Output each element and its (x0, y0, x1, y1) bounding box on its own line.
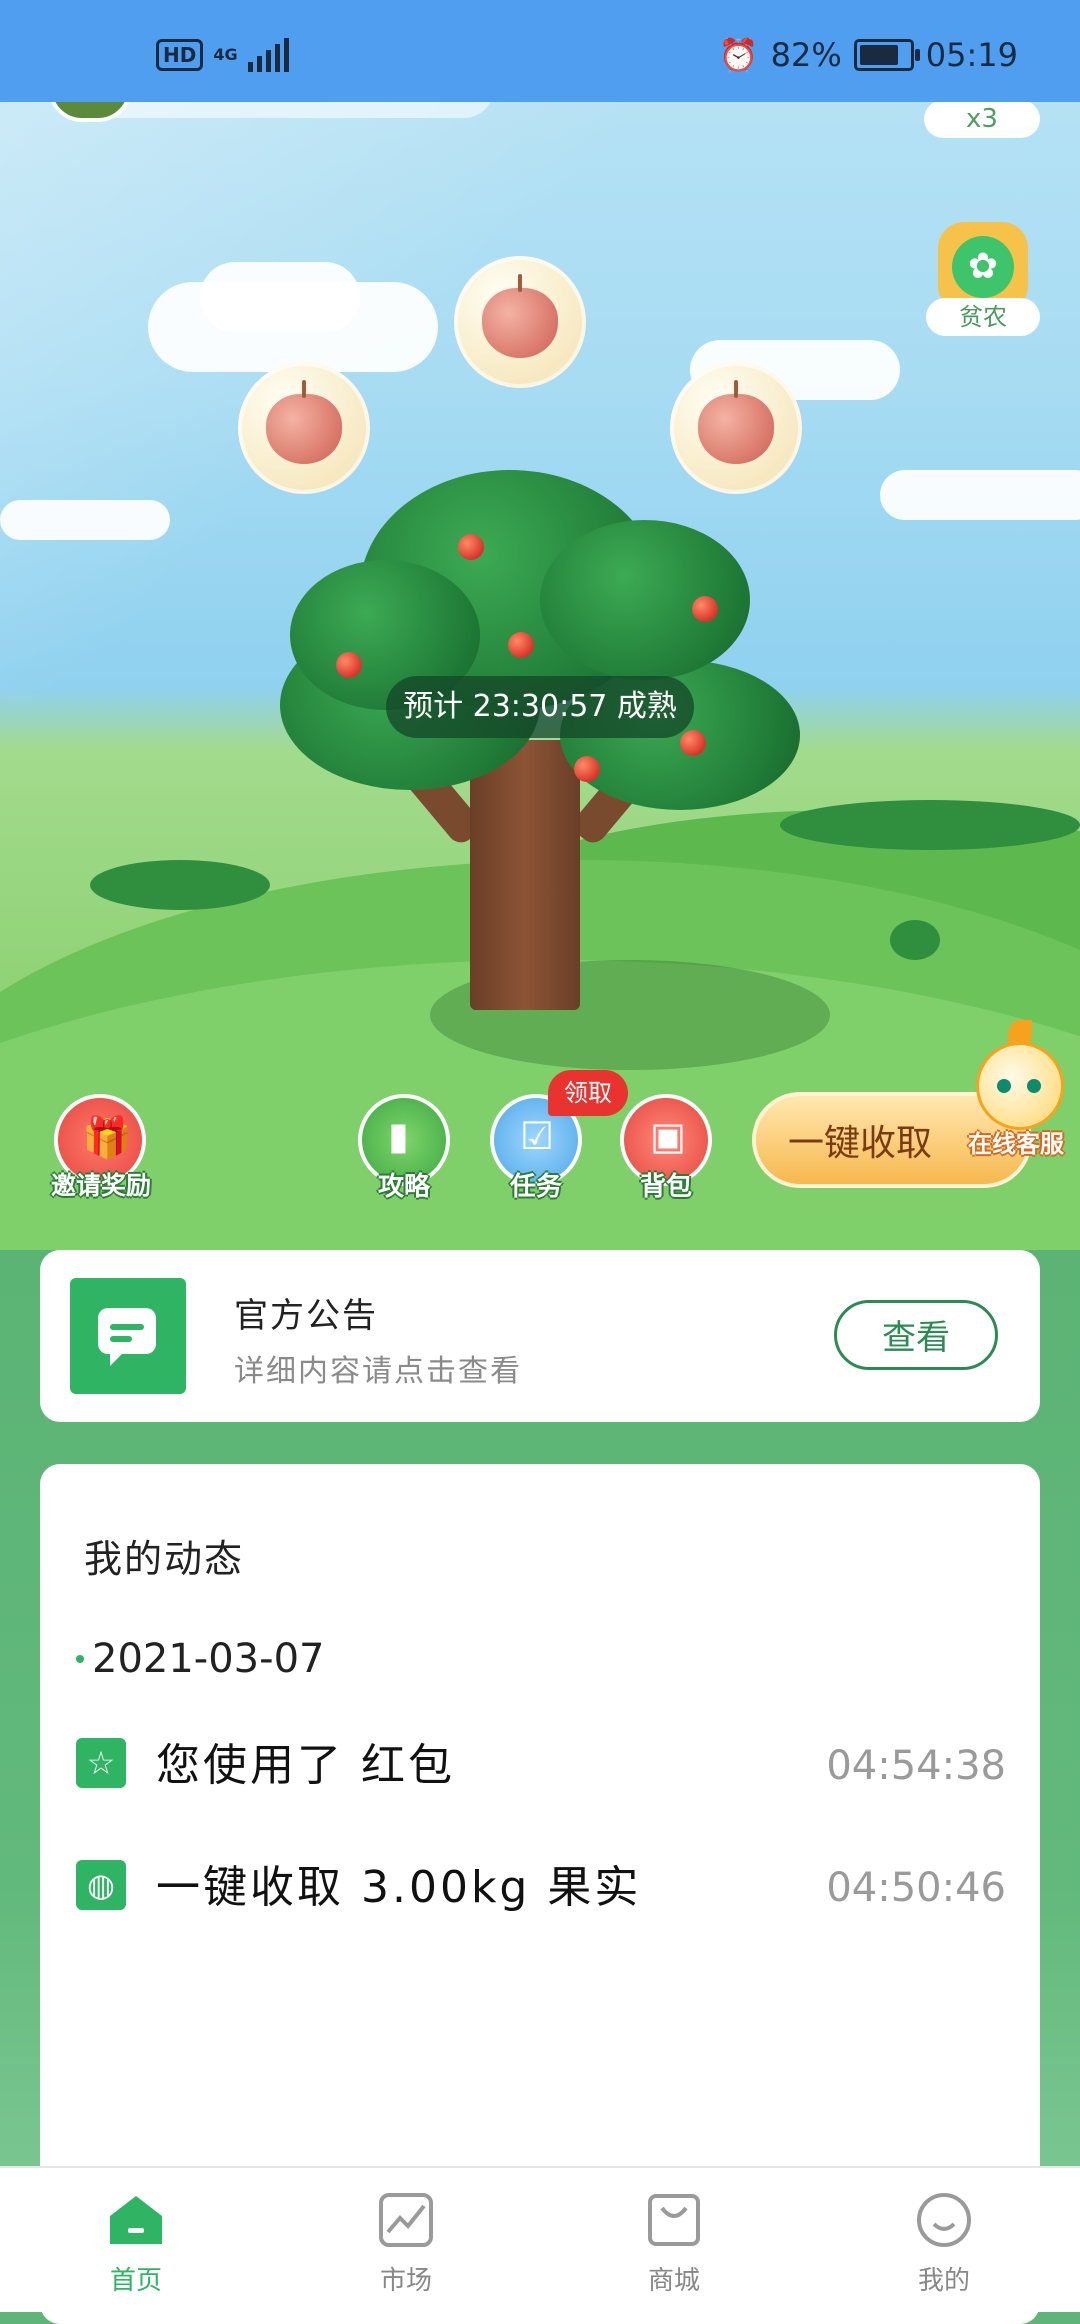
speech-bubble (98, 1308, 156, 1366)
apple-icon: ◍ (76, 1860, 126, 1910)
alarm-icon: ⏰ (718, 36, 759, 74)
clock: 05:19 (925, 36, 1018, 74)
cloud (200, 262, 360, 332)
view-notice-button[interactable]: 查看 (834, 1300, 998, 1370)
tab-home-label: 首页 (109, 2266, 162, 2296)
fruit-bubble[interactable] (238, 362, 370, 494)
apple-icon (482, 274, 558, 358)
network-type: 4G (213, 45, 238, 64)
activity-log-item: ☆ 您使用了 红包 04:54:38 (76, 1734, 1006, 1798)
fruit-bubble[interactable] (670, 362, 802, 494)
fruit (574, 756, 600, 782)
gift-icon: 🎁 (82, 1115, 132, 1161)
activity-log-item: ◍ 一键收取 3.00kg 果实 04:50:46 (76, 1856, 1006, 1920)
hd-indicator: HD (156, 39, 204, 71)
sprout-icon: ✿ (952, 236, 1014, 298)
activity-log-time: 04:50:46 (826, 1865, 1006, 1911)
mascot-eye (1027, 1079, 1041, 1093)
tab-market-label: 市场 (379, 2266, 432, 2296)
apple-icon (266, 380, 342, 464)
bush (890, 920, 940, 960)
tab-home[interactable]: 首页 (56, 2168, 216, 2312)
activity-log-time: 04:54:38 (826, 1743, 1006, 1789)
chart-icon (379, 2193, 433, 2247)
tab-mall-label: 商城 (647, 2266, 700, 2296)
farm-scene: 预计 23:30:57 成熟 (0, 0, 1080, 1250)
message-icon (70, 1278, 186, 1394)
multiplier-badge: x3 (924, 100, 1040, 138)
star-icon: ☆ (76, 1738, 126, 1788)
bag-icon (648, 2194, 700, 2246)
backpack-label: 背包 (639, 1172, 692, 1202)
network-indicators: HD 4G (156, 38, 289, 72)
farmer-level[interactable]: ✿ 贫农 (926, 222, 1040, 338)
message-line (110, 1324, 144, 1330)
activity-log-text: 一键收取 3.00kg 果实 (156, 1862, 642, 1913)
clipboard-icon: ☑ (520, 1114, 555, 1158)
customer-service-button[interactable]: 在线客服 (962, 1012, 1072, 1172)
notice-title: 官方公告 (234, 1296, 378, 1336)
battery-icon (853, 39, 920, 71)
tab-market[interactable]: 市场 (326, 2168, 486, 2312)
tab-mine-label: 我的 (917, 2266, 970, 2296)
fruit (692, 596, 718, 622)
invite-reward-label: 邀请奖励 (50, 1171, 151, 1200)
customer-service-label: 在线客服 (968, 1130, 1064, 1158)
home-icon (110, 2196, 162, 2244)
activity-log-text: 您使用了 红包 (156, 1740, 455, 1791)
guide-label: 攻略 (377, 1172, 430, 1202)
tab-mine[interactable]: 我的 (864, 2168, 1024, 2312)
fruit (508, 632, 534, 658)
date-bullet (76, 1655, 84, 1663)
message-line (110, 1336, 132, 1342)
farmer-level-label: 贫农 (926, 298, 1040, 336)
tree-trunk (470, 740, 580, 1010)
system-indicators: ⏰ 82% 05:19 (719, 36, 1018, 74)
battery-percent: 82% (770, 36, 842, 74)
smile-icon (917, 2193, 971, 2247)
official-notice-card[interactable]: 官方公告 详细内容请点击查看 查看 (40, 1250, 1040, 1422)
fruit (336, 652, 362, 678)
mascot-icon (976, 1042, 1064, 1130)
bush (780, 800, 1080, 850)
bush (90, 860, 270, 910)
tab-mall[interactable]: 商城 (594, 2168, 754, 2312)
book-icon: ▮ (388, 1114, 409, 1158)
tasks-claim-badge[interactable]: 领取 (548, 1070, 628, 1116)
notice-subtitle: 详细内容请点击查看 (234, 1354, 522, 1389)
battery-level (859, 45, 898, 65)
cloud (880, 470, 1080, 520)
activity-date: 2021-03-07 (92, 1636, 325, 1682)
apple-icon (698, 380, 774, 464)
mascot-eye (997, 1079, 1011, 1093)
status-bar: HD 4G ⏰ 82% 05:19 (0, 0, 1080, 102)
activity-title: 我的动态 (84, 1537, 245, 1581)
bottom-navigation: 首页 市场 商城 我的 (0, 2166, 1080, 2312)
fruit (680, 730, 706, 756)
ripen-timer: 预计 23:30:57 成熟 (386, 676, 694, 738)
tree-crown (540, 520, 750, 680)
tasks-label: 任务 (509, 1172, 562, 1202)
cloud (0, 500, 170, 540)
fruit (458, 534, 484, 560)
signal-icon (247, 38, 289, 72)
fruit-bubble[interactable] (454, 256, 586, 388)
backpack-icon: ▣ (650, 1114, 686, 1158)
activity-date-row: 2021-03-07 (76, 1636, 324, 1682)
